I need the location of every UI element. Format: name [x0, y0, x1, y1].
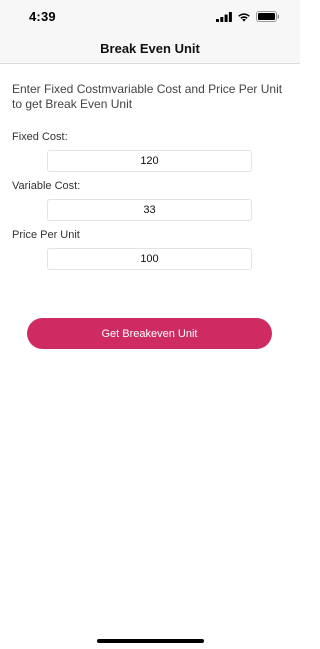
nav-bar: Break Even Unit: [0, 34, 300, 64]
instructions-text: Enter Fixed Costmvariable Cost and Price…: [12, 82, 283, 111]
status-icons: [216, 11, 280, 22]
status-time: 4:39: [29, 9, 56, 24]
signal-icon: [216, 11, 232, 22]
wifi-icon: [238, 12, 250, 22]
battery-icon: [256, 11, 280, 22]
home-indicator: [97, 639, 204, 643]
fixed-cost-label: Fixed Cost:: [12, 131, 68, 143]
variable-cost-label: Variable Cost:: [12, 180, 81, 192]
status-bar: 4:39: [0, 0, 300, 34]
page-title: Break Even Unit: [100, 41, 200, 56]
price-per-unit-label: Price Per Unit: [12, 229, 80, 241]
fixed-cost-input[interactable]: [47, 150, 252, 172]
get-breakeven-unit-button[interactable]: Get Breakeven Unit: [27, 318, 272, 349]
price-per-unit-input[interactable]: [47, 248, 252, 270]
variable-cost-input[interactable]: [47, 199, 252, 221]
